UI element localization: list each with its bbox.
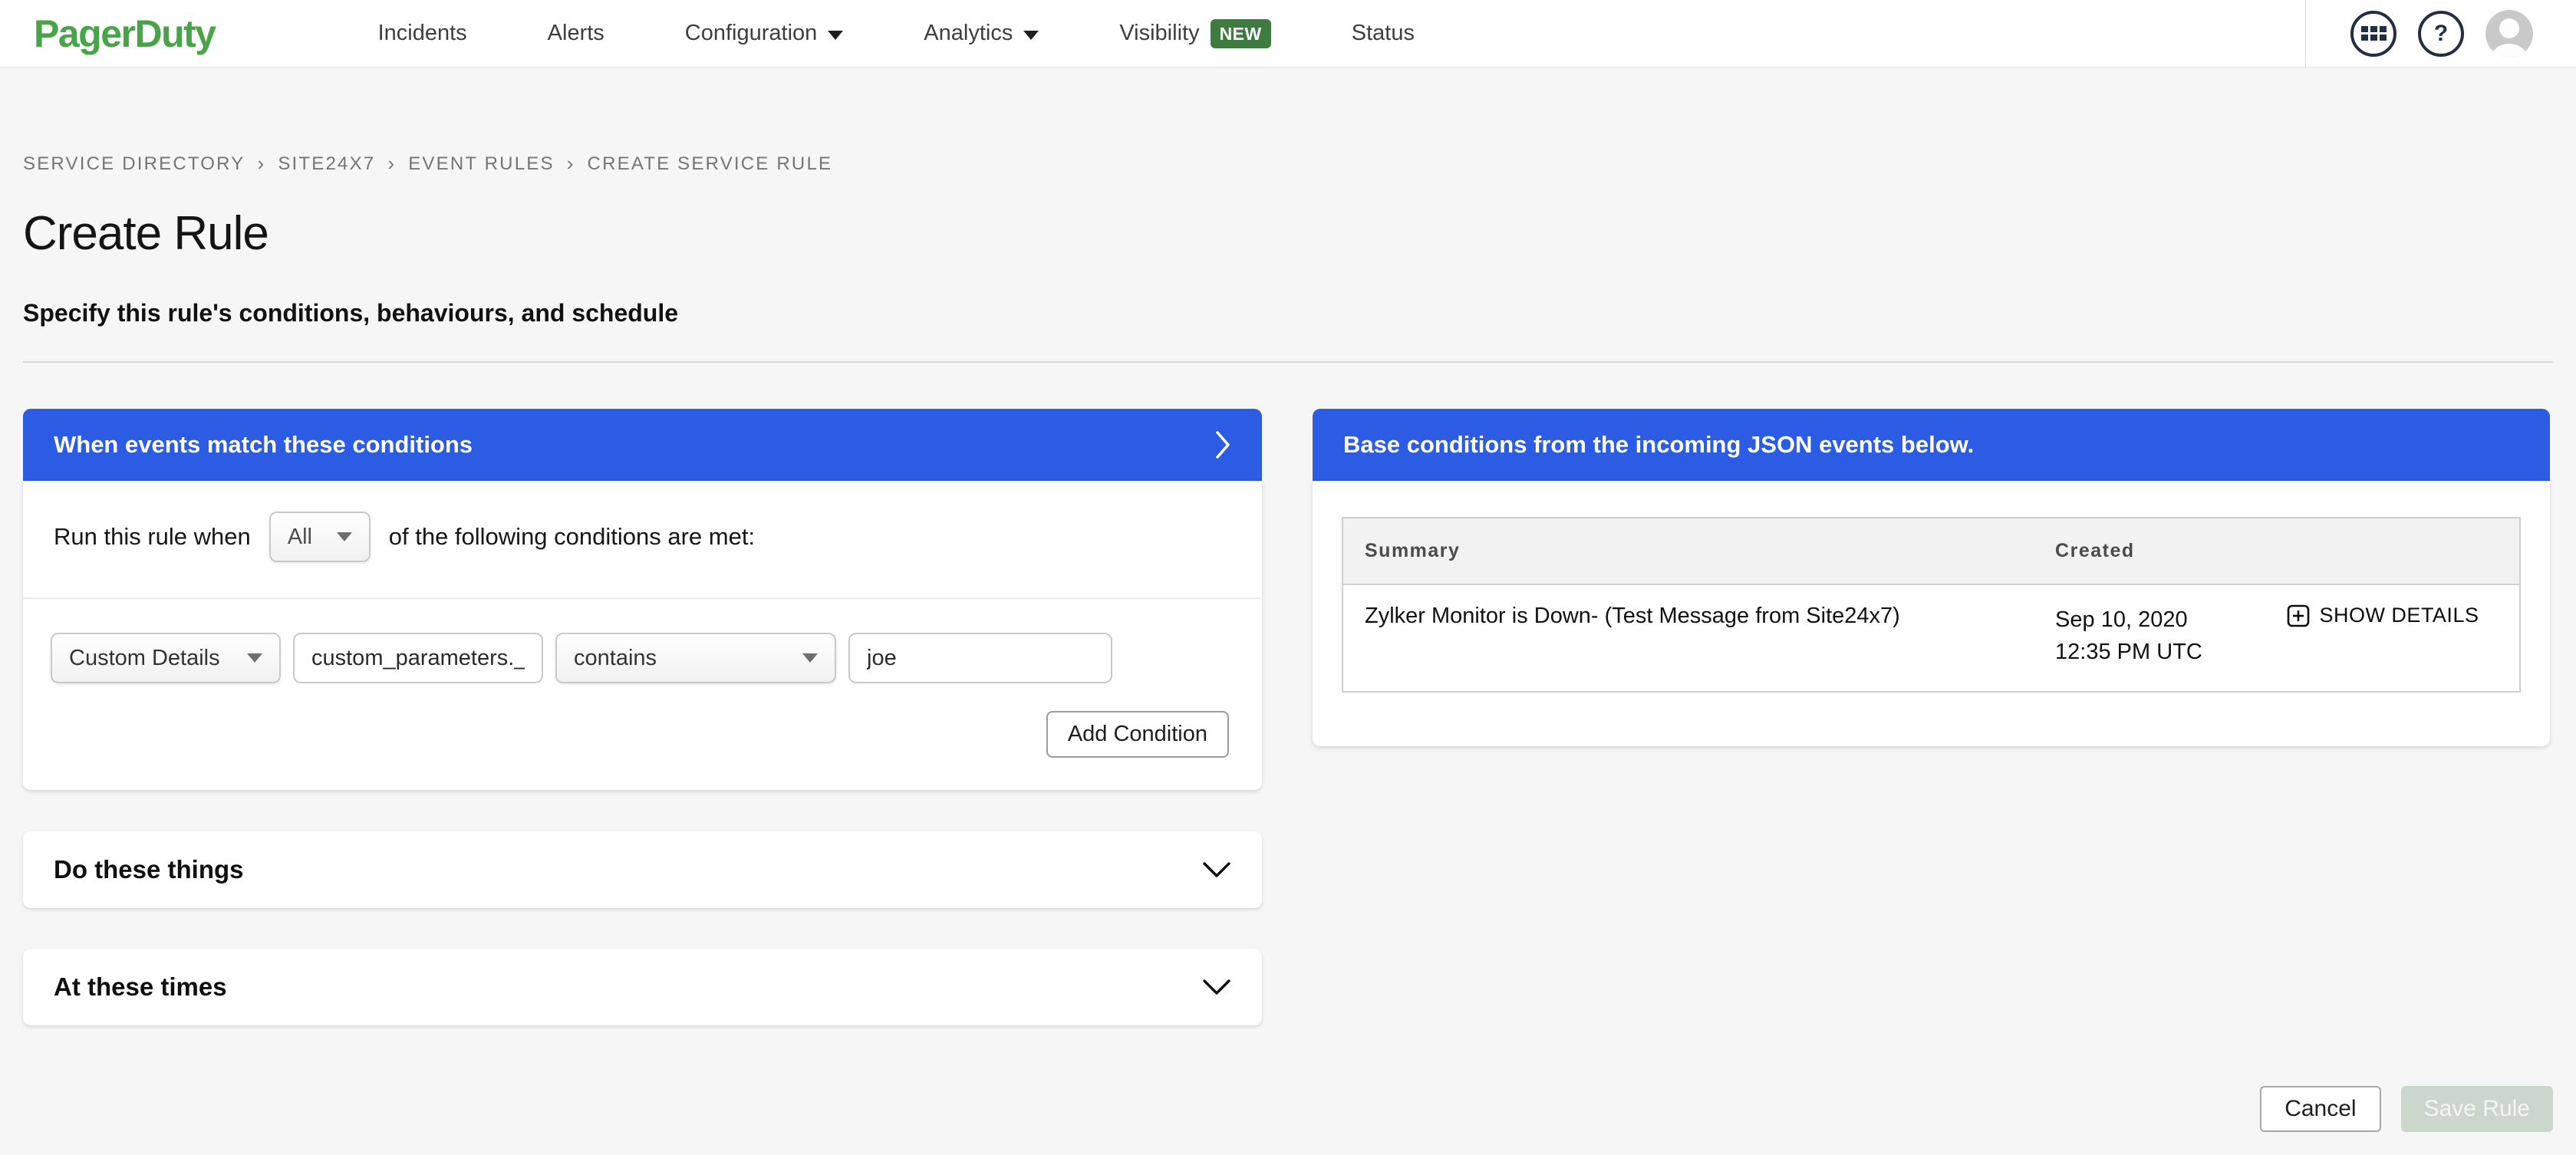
conditions-panel-header[interactable]: When events match these conditions [23, 409, 1262, 481]
caret-down-icon [337, 532, 352, 541]
run-rule-row: Run this rule when All of the following … [23, 481, 1262, 599]
caret-down-icon [1023, 31, 1039, 40]
caret-down-icon [828, 31, 843, 40]
run-rule-prefix: Run this rule when [54, 523, 251, 551]
breadcrumb-site24x7[interactable]: SITE24X7 [278, 153, 375, 175]
pagerduty-logo[interactable]: PagerDuty [34, 15, 216, 53]
base-conditions-panel: Base conditions from the incoming JSON e… [1313, 409, 2550, 746]
plus-square-icon [2287, 604, 2310, 627]
column-header-created: Created [2034, 518, 2265, 584]
breadcrumb-separator: › [567, 152, 575, 176]
breadcrumb-service-directory[interactable]: SERVICE DIRECTORY [23, 153, 245, 175]
match-mode-select[interactable]: All [269, 512, 371, 562]
breadcrumb: SERVICE DIRECTORY › SITE24X7 › EVENT RUL… [0, 67, 2576, 176]
apps-grid-icon[interactable] [2350, 11, 2396, 57]
base-conditions-panel-body: Summary Created Zylker Monitor is Down- … [1313, 481, 2550, 746]
caret-down-icon [247, 653, 262, 663]
nav-item-configuration[interactable]: Configuration [685, 21, 844, 46]
breadcrumb-create-service-rule: CREATE SERVICE RULE [588, 153, 833, 175]
events-table: Summary Created Zylker Monitor is Down- … [1342, 517, 2521, 693]
show-details-button[interactable]: SHOW DETAILS [2287, 604, 2479, 627]
column-header-summary: Summary [1342, 518, 2034, 584]
condition-field-input[interactable] [293, 633, 543, 683]
new-badge: NEW [1211, 19, 1271, 48]
chevron-down-icon [1202, 979, 1231, 995]
breadcrumb-separator: › [257, 152, 265, 176]
save-rule-button[interactable]: Save Rule [2401, 1086, 2553, 1132]
section-at-these-times[interactable]: At these times [23, 949, 1262, 1025]
user-avatar[interactable] [2485, 10, 2533, 58]
caret-down-icon [802, 653, 818, 663]
main-nav: Incidents Alerts Configuration Analytics… [378, 19, 1415, 48]
nav-divider [2305, 0, 2306, 67]
page-subtitle: Specify this rule's conditions, behaviou… [23, 299, 2576, 327]
conditions-panel: When events match these conditions Run t… [23, 409, 1262, 790]
footer-actions: Cancel Save Rule [0, 1086, 2553, 1132]
nav-item-alerts[interactable]: Alerts [548, 21, 604, 46]
base-conditions-panel-header: Base conditions from the incoming JSON e… [1313, 409, 2550, 481]
column-header-action [2265, 518, 2520, 584]
condition-row: Custom Details contains [23, 599, 1262, 683]
condition-category-select[interactable]: Custom Details [51, 633, 281, 683]
nav-item-analytics[interactable]: Analytics [924, 21, 1039, 46]
nav-item-visibility[interactable]: Visibility NEW [1119, 19, 1270, 48]
chevron-down-icon [1202, 861, 1231, 878]
breadcrumb-separator: › [387, 152, 396, 176]
breadcrumb-event-rules[interactable]: EVENT RULES [408, 153, 554, 175]
conditions-panel-body: Run this rule when All of the following … [23, 481, 1262, 790]
page-title: Create Rule [23, 206, 2576, 261]
event-summary: Zylker Monitor is Down- (Test Message fr… [1342, 584, 2034, 692]
main-content: When events match these conditions Run t… [0, 363, 2576, 790]
add-condition-button[interactable]: Add Condition [1046, 711, 1229, 758]
chevron-right-icon [1214, 430, 1231, 459]
section-do-these-things[interactable]: Do these things [23, 831, 1262, 908]
help-icon[interactable]: ? [2418, 11, 2464, 57]
events-table-header-row: Summary Created [1342, 518, 2520, 584]
event-created: Sep 10, 2020 12:35 PM UTC [2034, 584, 2265, 692]
condition-operator-select[interactable]: contains [555, 633, 836, 683]
cancel-button[interactable]: Cancel [2260, 1086, 2380, 1132]
run-rule-suffix: of the following conditions are met: [389, 523, 755, 551]
nav-right-icons: ? [2305, 0, 2533, 67]
nav-item-incidents[interactable]: Incidents [378, 21, 467, 46]
condition-value-input[interactable] [848, 633, 1112, 683]
nav-item-status[interactable]: Status [1352, 21, 1415, 46]
table-row: Zylker Monitor is Down- (Test Message fr… [1342, 584, 2520, 692]
top-navigation: PagerDuty Incidents Alerts Configuration… [0, 0, 2576, 67]
